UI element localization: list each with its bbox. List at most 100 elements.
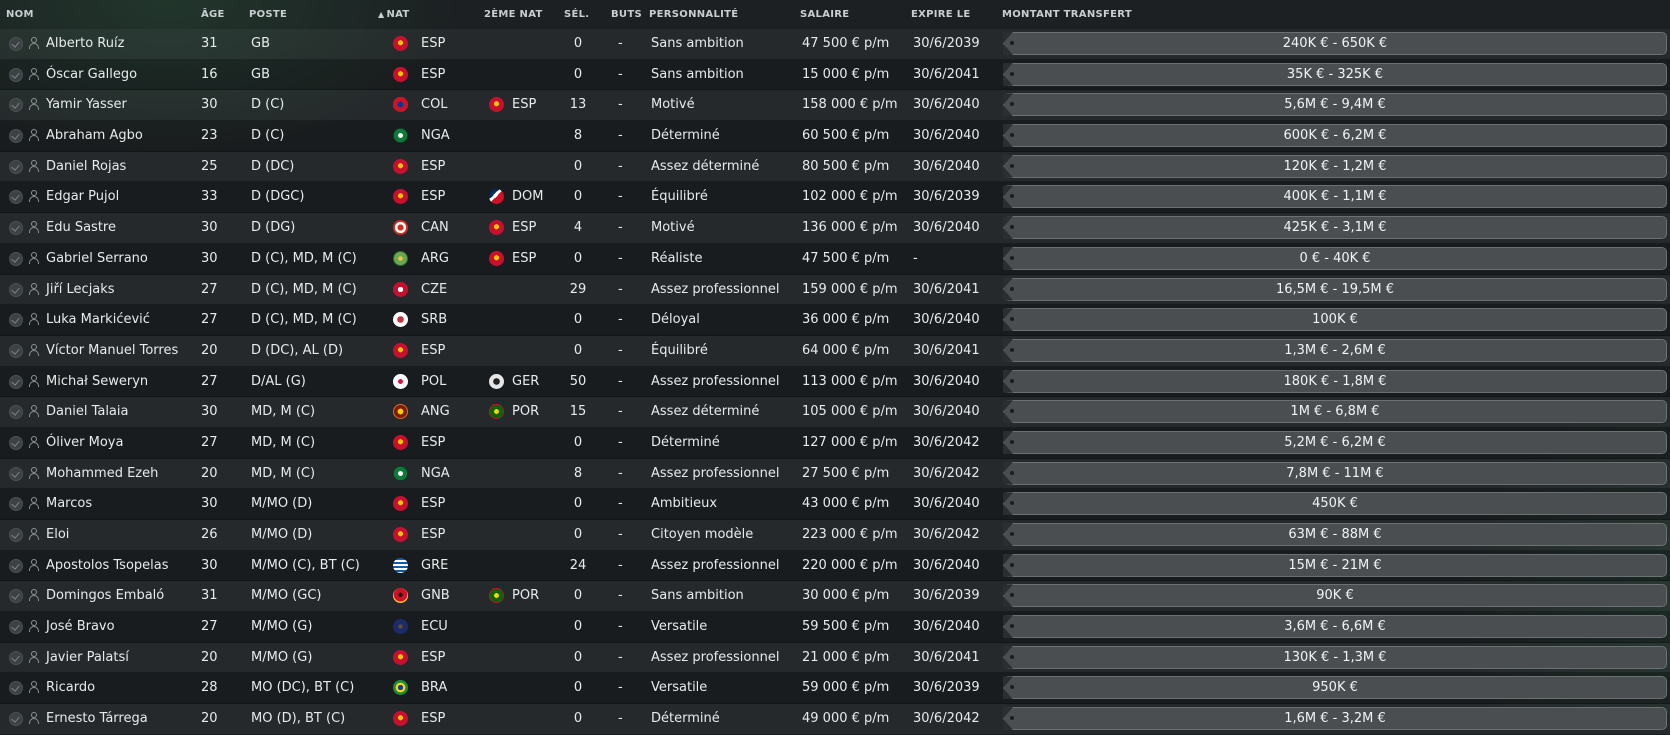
header-caps[interactable]: SÉL. (564, 9, 589, 20)
transfer-value-bar[interactable]: 5,6M € - 9,4M € (1003, 93, 1667, 117)
player-name[interactable]: José Bravo (46, 619, 115, 635)
player-name[interactable]: Daniel Rojas (46, 159, 126, 175)
nationality-flag-icon[interactable] (393, 281, 408, 297)
transfer-value-bar[interactable]: 450K € (1003, 492, 1667, 516)
table-row[interactable]: Daniel Rojas 25 D (DC) ESP 0 - Assez déterminé… (0, 151, 1670, 183)
table-row[interactable]: Apostolos Tsopelas 30 M/MO (C), BT (C) GRE 2… (0, 550, 1670, 582)
transfer-value-bar[interactable]: 130K € - 1,3M € (1003, 645, 1667, 669)
transfer-value-bar[interactable]: 3,6M € - 6,6M € (1003, 615, 1667, 639)
player-name[interactable]: Mohammed Ezeh (46, 466, 158, 482)
player-name[interactable]: Javier Palatsí (46, 650, 129, 666)
table-row[interactable]: Gabriel Serrano 30 D (C), MD, M (C) ARG ESP 0… (0, 243, 1670, 275)
player-name[interactable]: Luka Markićević (46, 312, 150, 328)
nationality-flag-icon[interactable] (393, 649, 408, 665)
transfer-value-bar[interactable]: 35K € - 325K € (1003, 62, 1667, 86)
header-nat[interactable]: ▲ NAT (378, 9, 410, 20)
nationality-flag-icon[interactable] (393, 496, 408, 512)
header-nat2[interactable]: 2ÈME NAT (484, 9, 543, 20)
nationality-flag-icon[interactable] (393, 619, 408, 635)
player-name[interactable]: Alberto Ruíz (46, 36, 124, 52)
player-name[interactable]: Víctor Manuel Torres (46, 343, 178, 359)
header-position[interactable]: POSTE (249, 9, 287, 20)
table-row[interactable]: Yamir Yasser 30 D (C) COL ESP 13 - Motivé 158 00… (0, 90, 1670, 122)
second-nationality-flag-icon[interactable] (489, 97, 504, 113)
checkmark-icon[interactable] (9, 466, 23, 481)
second-nationality-flag-icon[interactable] (489, 404, 504, 420)
table-row[interactable]: Ernesto Tárrega 20 MO (D), BT (C) ESP 0- Déte… (0, 704, 1670, 735)
nationality-flag-icon[interactable] (393, 66, 408, 82)
table-row[interactable]: Jiří Lecjaks 27 D (C), MD, M (C) CZE 29 - Asse… (0, 274, 1670, 306)
transfer-value-bar[interactable]: 90K € (1003, 584, 1667, 608)
checkmark-icon[interactable] (9, 620, 23, 635)
transfer-value-bar[interactable]: 7,8M € - 11M € (1003, 461, 1667, 485)
nationality-flag-icon[interactable] (393, 557, 408, 573)
nationality-flag-icon[interactable] (393, 711, 408, 727)
header-personality[interactable]: PERSONNALITÉ (649, 9, 738, 20)
checkmark-icon[interactable] (9, 528, 23, 542)
checkmark-icon[interactable] (9, 37, 23, 51)
player-name[interactable]: Óliver Moya (46, 435, 123, 451)
transfer-value-bar[interactable]: 100K € (1003, 308, 1667, 332)
player-name[interactable]: Óscar Gallego (46, 67, 137, 83)
player-name[interactable]: Yamir Yasser (46, 97, 127, 113)
checkmark-icon[interactable] (9, 681, 23, 696)
header-age[interactable]: ÂGE (201, 9, 225, 20)
table-row[interactable]: Edgar Pujol 33 D (DGC) ESP DOM 0 - Équilibré 102… (0, 182, 1670, 214)
transfer-value-bar[interactable]: 5,2M € - 6,2M € (1003, 430, 1667, 454)
table-row[interactable]: Marcos 30 M/MO (D) ESP 0 - Ambitieux 43 000 € p… (0, 489, 1670, 520)
header-expires[interactable]: EXPIRE LE (911, 9, 971, 20)
header-goals[interactable]: BUTS (611, 9, 642, 20)
table-row[interactable]: Mohammed Ezeh 20 MD, M (C) NGA 8 - Assez profe… (0, 458, 1670, 490)
checkmark-icon[interactable] (9, 435, 23, 450)
player-name[interactable]: Edu Sastre (46, 220, 116, 236)
nationality-flag-icon[interactable] (393, 250, 408, 266)
nationality-flag-icon[interactable] (393, 465, 408, 481)
player-name[interactable]: Gabriel Serrano (46, 251, 148, 267)
nationality-flag-icon[interactable] (393, 588, 408, 604)
player-name[interactable]: Daniel Talaia (46, 404, 128, 420)
transfer-value-bar[interactable]: 63M € - 88M € (1003, 523, 1667, 546)
player-name[interactable]: Domingos Embaló (46, 588, 164, 604)
transfer-value-bar[interactable]: 16,5M € - 19,5M € (1003, 277, 1667, 301)
second-nationality-flag-icon[interactable] (489, 220, 504, 236)
checkmark-icon[interactable] (9, 589, 23, 604)
checkmark-icon[interactable] (9, 190, 23, 205)
player-name[interactable]: Jiří Lecjaks (46, 282, 115, 298)
nationality-flag-icon[interactable] (393, 404, 408, 420)
nationality-flag-icon[interactable] (393, 680, 408, 696)
table-row[interactable]: Javier Palatsí 20 M/MO (G) ESP 0 - Assez profe… (0, 642, 1670, 674)
table-row[interactable]: Edu Sastre 30 D (DG) CAN ESP 4 - Motivé 136 000 … (0, 213, 1670, 244)
table-row[interactable]: Víctor Manuel Torres 20 D (DC), AL (D) ESP 0… (0, 335, 1670, 367)
transfer-value-bar[interactable]: 425K € - 3,1M € (1003, 216, 1667, 240)
table-row[interactable]: Eloi 26 M/MO (D) ESP 0 - Citoyen modèle 223 000… (0, 520, 1670, 551)
player-name[interactable]: Marcos (46, 496, 92, 512)
transfer-value-bar[interactable]: 1,3M € - 2,6M € (1003, 338, 1667, 362)
checkmark-icon[interactable] (9, 282, 23, 297)
transfer-value-bar[interactable]: 15M € - 21M € (1003, 553, 1667, 577)
table-row[interactable]: Ricardo 28 MO (DC), BT (C) BRA 0 - Versatile 59… (0, 673, 1670, 705)
nationality-flag-icon[interactable] (393, 342, 408, 358)
nationality-flag-icon[interactable] (393, 36, 408, 51)
table-row[interactable]: Luka Markićević 27 D (C), MD, M (C) SRB 0 - Dé… (0, 305, 1670, 336)
player-name[interactable]: Edgar Pujol (46, 189, 119, 205)
checkmark-icon[interactable] (9, 98, 23, 113)
transfer-value-bar[interactable]: 1,6M € - 3,2M € (1003, 707, 1667, 731)
nationality-flag-icon[interactable] (393, 97, 408, 113)
checkmark-icon[interactable] (9, 374, 23, 389)
transfer-value-bar[interactable]: 1M € - 6,8M € (1003, 400, 1667, 424)
second-nationality-flag-icon[interactable] (489, 189, 504, 205)
checkmark-icon[interactable] (9, 343, 23, 358)
table-row[interactable]: José Bravo 27 M/MO (G) ECU 0 - Versatile 59 500… (0, 612, 1670, 643)
checkmark-icon[interactable] (9, 251, 23, 266)
nationality-flag-icon[interactable] (393, 527, 408, 542)
second-nationality-flag-icon[interactable] (489, 373, 504, 389)
second-nationality-flag-icon[interactable] (489, 250, 504, 266)
player-name[interactable]: Eloi (46, 527, 69, 543)
transfer-value-bar[interactable]: 0 € - 40K € (1003, 246, 1667, 270)
transfer-value-bar[interactable]: 600K € - 6,2M € (1003, 124, 1667, 148)
checkmark-icon[interactable] (9, 558, 23, 573)
player-name[interactable]: Apostolos Tsopelas (46, 558, 169, 574)
table-row[interactable]: Michał Seweryn 27 D/AL (G) POL GER 50 - Assez p… (0, 366, 1670, 398)
checkmark-icon[interactable] (9, 67, 23, 82)
transfer-value-bar[interactable]: 950K € (1003, 676, 1667, 700)
